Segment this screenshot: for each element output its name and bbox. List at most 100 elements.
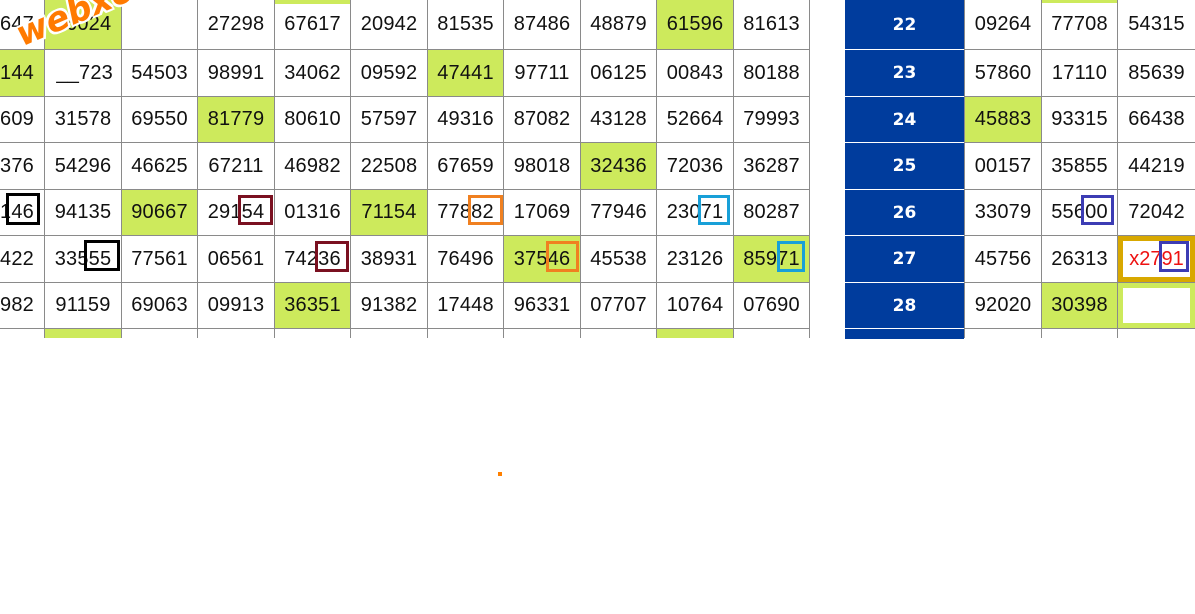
table-cell: 43128 [590,108,647,130]
table-cell: 00843 [666,61,724,84]
table-cell: 87486 [513,13,571,35]
table-cell: 67617 [284,13,341,35]
table-cell: 22508 [360,154,418,177]
table-cell: 77561 [131,247,188,270]
table-cell: 69550 [131,108,188,130]
table-cell: 45538 [590,247,647,270]
table-cell: 20942 [360,13,418,35]
table-cell: 94135 [54,201,112,223]
table-cell: 81613 [743,13,800,35]
table-cell: 17069 [513,201,571,223]
table-cell: 66438 [1128,108,1185,130]
table-cell: __723 [56,61,113,84]
table-cell: 54296 [54,154,112,177]
row-label-24: 24 [845,97,964,142]
row-label-22: 22 [845,0,964,49]
table-cell: 31578 [54,108,112,130]
table-cell: 17110 [1051,61,1108,84]
table-cell: 45756 [974,247,1032,270]
table-cell: 23126 [666,247,724,270]
table-cell: 49316 [437,108,494,130]
table-cell: 93315 [1051,108,1108,130]
table-cell: 17448 [437,294,494,316]
table-cell: 72036 [666,154,724,177]
special-prize-cell: x2791 [1118,236,1195,282]
table-cell: 422 [0,247,34,270]
table-cell: 982 [0,294,34,316]
table-cell: 81535 [437,13,494,35]
row-label-28: 28 [845,283,964,328]
table-cell: 77882 [437,201,494,223]
table-cell: 09592 [360,61,418,84]
table-cell: 146 [0,201,34,223]
table-cell: 57597 [360,108,418,130]
table-cell: 97711 [514,61,570,84]
table-cell: 80610 [284,108,341,130]
table-cell: 29154 [207,201,265,223]
table-cell: 77708 [1051,13,1108,35]
table-cell: 55600 [1051,201,1108,223]
table-cell: 06561 [207,247,265,270]
row-label-25: 25 [845,143,964,189]
table-cell: 33079 [974,201,1032,223]
table-cell: 35855 [1051,154,1108,177]
table-cell: 54503 [131,61,188,84]
table-cell: 09264 [974,13,1032,35]
table-cell-highlight: 81779 [198,97,274,142]
table-cell: 52664 [666,108,724,130]
row-label-stub [845,329,964,339]
table-cell-highlight: 47441 [428,50,503,96]
table-cell: 27298 [207,13,265,35]
table-cell: 69063 [131,294,188,316]
table-cell: 54315 [1128,13,1185,35]
table-cell: 87082 [513,108,571,130]
grid-line [809,0,810,338]
orange-dot [498,472,502,476]
table-cell-highlight: 36351 [275,283,350,328]
table-cell: 34062 [284,61,341,84]
table-cell: 06125 [590,61,647,84]
table-cell: 79993 [743,108,800,130]
table-cell-highlight: 32436 [581,143,656,189]
table-cell: 10764 [666,294,724,316]
table-cell: 67659 [437,154,494,177]
grid-line [965,328,1195,329]
table-cell: 23071 [666,201,724,223]
table-cell: 77946 [590,201,647,223]
table-cell-highlight: 30398 [1042,283,1117,328]
table-cell-highlight: 37546 [504,236,580,282]
table-cell: 74236 [284,247,341,270]
row-label-27: 27 [845,236,964,282]
table-cell-highlight: 61596 [657,0,733,49]
table-cell: 98991 [207,61,265,84]
table-cell-highlight: 85971 [734,236,809,282]
table-cell: 67211 [208,154,264,177]
table-cell: 91382 [360,294,418,316]
table-cell-highlight: 144 [0,50,44,96]
table-cell: 80188 [743,61,800,84]
table-cell: 376 [0,154,34,177]
table-cell: 38931 [360,247,418,270]
table-cell: 92020 [974,294,1032,316]
table-cell-highlight: 71154 [351,190,427,235]
table-cell: 00157 [974,154,1032,177]
row-label-23: 23 [845,50,964,96]
table-cell: 46625 [131,154,188,177]
table-cell: 98018 [513,154,571,177]
highlight-stub [45,329,121,338]
table-cell: 96331 [513,294,571,316]
table-cell: 76496 [437,247,494,270]
table-cell: 09913 [207,294,265,316]
table-cell: 609 [0,108,34,130]
empty-pending-cell [1118,283,1195,328]
table-cell: 72042 [1128,201,1185,223]
table-cell: 46982 [284,154,341,177]
table-cell: 07690 [743,294,800,316]
table-cell-highlight: 90667 [122,190,197,235]
table-cell: 07707 [590,294,647,316]
row-label-26: 26 [845,190,964,235]
table-cell: 36287 [743,154,800,177]
table-cell: 57860 [974,61,1032,84]
table-cell: 91159 [55,294,111,316]
table-cell: 33555 [54,247,112,270]
